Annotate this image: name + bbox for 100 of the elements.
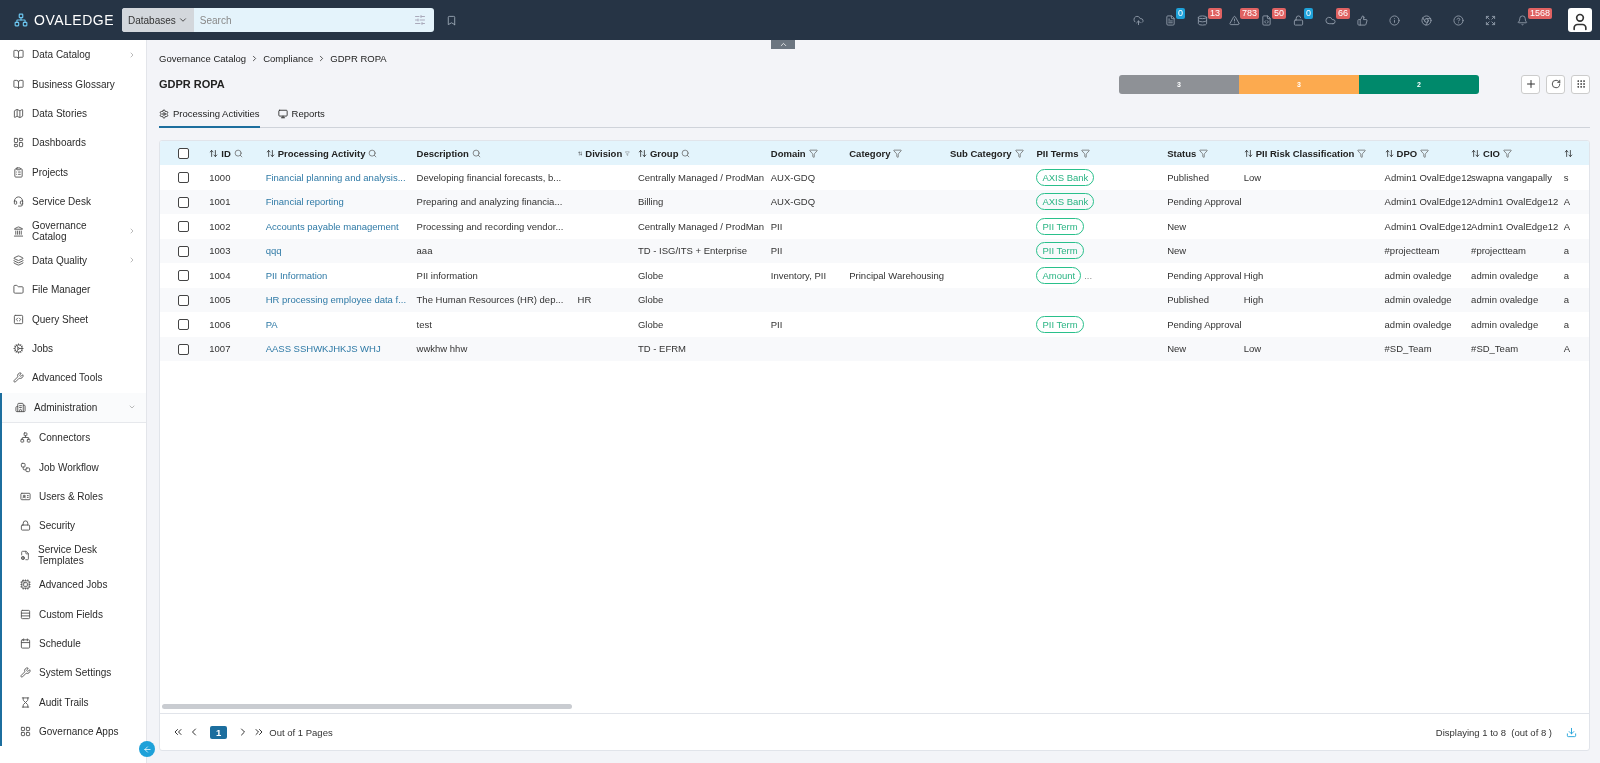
checkbox[interactable] xyxy=(178,148,189,159)
caret-icon[interactable] xyxy=(177,15,188,25)
activity-link[interactable]: PII Information xyxy=(265,269,328,281)
refresh-button[interactable] xyxy=(1546,74,1565,94)
tab[interactable]: Reports xyxy=(277,104,325,128)
chevron-icon[interactable] xyxy=(128,256,136,265)
column-header[interactable]: Status xyxy=(1163,141,1240,165)
sidebar-item[interactable]: Custom Fields xyxy=(2,599,146,629)
search-icon[interactable] xyxy=(471,148,481,158)
sidebar-item[interactable]: Data Quality xyxy=(0,245,146,276)
grid-button[interactable] xyxy=(1571,74,1590,94)
sidebar-item[interactable]: Jobs xyxy=(0,333,146,364)
sidebar-item[interactable]: Administration xyxy=(2,392,146,424)
filter-icon[interactable] xyxy=(808,148,818,158)
checkbox[interactable] xyxy=(178,270,189,282)
first-page-button[interactable] xyxy=(172,726,184,738)
sort-icon[interactable] xyxy=(637,148,647,158)
thumbs-up-button[interactable] xyxy=(1357,14,1368,26)
column-header[interactable]: PII Risk Classification xyxy=(1239,141,1381,165)
activity-link[interactable]: Accounts payable management xyxy=(265,220,399,232)
sort-icon[interactable] xyxy=(265,148,275,158)
checkbox[interactable] xyxy=(178,196,189,208)
chevron-icon[interactable] xyxy=(128,227,136,236)
sidebar-item[interactable]: System Settings xyxy=(2,658,146,688)
breadcrumb-link[interactable]: Compliance xyxy=(263,52,314,64)
add-button[interactable] xyxy=(1521,74,1540,94)
collapse-tab[interactable] xyxy=(771,40,795,49)
column-header[interactable]: PII Terms xyxy=(1032,141,1164,165)
sidebar-item[interactable]: Users & Roles xyxy=(2,481,146,512)
sidebar-item[interactable]: Schedule xyxy=(2,628,146,659)
sidebar-item[interactable]: Governance Catalog xyxy=(0,216,146,246)
help-button[interactable] xyxy=(1453,14,1464,26)
sort-icon[interactable] xyxy=(209,148,219,158)
collapse-button[interactable] xyxy=(139,741,155,757)
sidebar-item[interactable]: Query Sheet xyxy=(0,304,146,334)
column-header[interactable]: Group xyxy=(633,141,767,165)
column-header[interactable]: Domain xyxy=(766,141,846,165)
padlock-button[interactable] xyxy=(1293,14,1304,26)
sidebar-item[interactable]: Connectors xyxy=(2,423,146,453)
download-icon[interactable] xyxy=(1566,726,1577,738)
sidebar-item[interactable]: Advanced Tools xyxy=(0,363,146,393)
filter-icon[interactable] xyxy=(414,14,426,26)
avatar[interactable] xyxy=(1568,8,1592,32)
checkbox[interactable] xyxy=(178,294,189,306)
breadcrumb-link[interactable]: Governance Catalog xyxy=(159,52,247,64)
column-header[interactable] xyxy=(1559,141,1589,165)
checkbox[interactable] xyxy=(178,172,189,184)
activity-link[interactable]: HR processing employee data f... xyxy=(265,294,407,306)
sidebar-item[interactable]: Data Stories xyxy=(0,98,146,129)
sidebar-item[interactable]: Security xyxy=(2,511,146,541)
checkbox[interactable] xyxy=(178,319,189,331)
filter-icon[interactable] xyxy=(1014,148,1024,158)
search-icon[interactable] xyxy=(368,148,378,158)
sidebar-item[interactable]: Advanced Jobs xyxy=(2,570,146,600)
sidebar-item[interactable]: Service Desk xyxy=(0,186,146,217)
sidebar-item[interactable]: Job Workflow xyxy=(2,452,146,482)
column-header[interactable]: Division xyxy=(573,141,634,165)
activity-link[interactable]: qqq xyxy=(265,245,282,257)
checkbox[interactable] xyxy=(178,343,189,355)
code-file-button[interactable] xyxy=(1261,14,1272,26)
sidebar-item[interactable]: Governance Apps xyxy=(2,717,146,747)
info-button[interactable] xyxy=(1389,14,1400,26)
chevron-icon[interactable] xyxy=(128,50,136,59)
sidebar-item[interactable]: Data Catalog xyxy=(0,40,146,70)
column-header[interactable]: CIO xyxy=(1467,141,1560,165)
sidebar-item[interactable]: Service Desk Templates xyxy=(2,540,146,571)
breadcrumb-link[interactable]: GDPR ROPA xyxy=(330,52,387,64)
activity-link[interactable]: AASS SSHWKJHKJS WHJ xyxy=(265,343,381,355)
sidebar-item[interactable]: Dashboards xyxy=(0,128,146,158)
sort-icon[interactable] xyxy=(1471,148,1481,158)
column-header[interactable]: Processing Activity xyxy=(261,141,413,165)
sidebar-item[interactable]: Business Glossary xyxy=(0,69,146,99)
warning-button[interactable] xyxy=(1229,14,1240,26)
filter-icon[interactable] xyxy=(1357,148,1367,158)
filter-icon[interactable] xyxy=(1081,148,1091,158)
filter-icon[interactable] xyxy=(1199,148,1209,158)
bookmark-icon[interactable] xyxy=(446,14,457,26)
scrollbar[interactable] xyxy=(162,704,572,709)
cloud-button[interactable] xyxy=(1325,14,1336,26)
more-ellipsis[interactable]: ... xyxy=(1084,269,1093,281)
filter-icon[interactable] xyxy=(1503,148,1512,158)
checkbox[interactable] xyxy=(178,245,189,257)
sort-icon[interactable] xyxy=(1243,148,1253,158)
sort-icon[interactable] xyxy=(577,148,583,158)
sort-icon[interactable] xyxy=(1384,148,1394,158)
cloud-upload-button[interactable] xyxy=(1133,14,1144,26)
page-number[interactable]: 1 xyxy=(210,725,228,739)
column-header[interactable]: Sub Category xyxy=(945,141,1033,165)
column-header[interactable]: DPO xyxy=(1380,141,1468,165)
column-header[interactable]: Description xyxy=(412,141,574,165)
search-icon[interactable] xyxy=(233,148,243,158)
search-field[interactable]: Databases Search xyxy=(122,8,434,32)
search-icon[interactable] xyxy=(681,148,691,158)
bell-button[interactable] xyxy=(1517,14,1528,26)
database-button[interactable] xyxy=(1197,14,1208,26)
document-button[interactable] xyxy=(1165,14,1176,26)
column-header[interactable]: ID xyxy=(205,141,262,165)
column-header[interactable]: Category xyxy=(845,141,946,165)
sidebar-item[interactable]: File Manager xyxy=(0,275,146,305)
checkbox[interactable] xyxy=(178,221,189,233)
